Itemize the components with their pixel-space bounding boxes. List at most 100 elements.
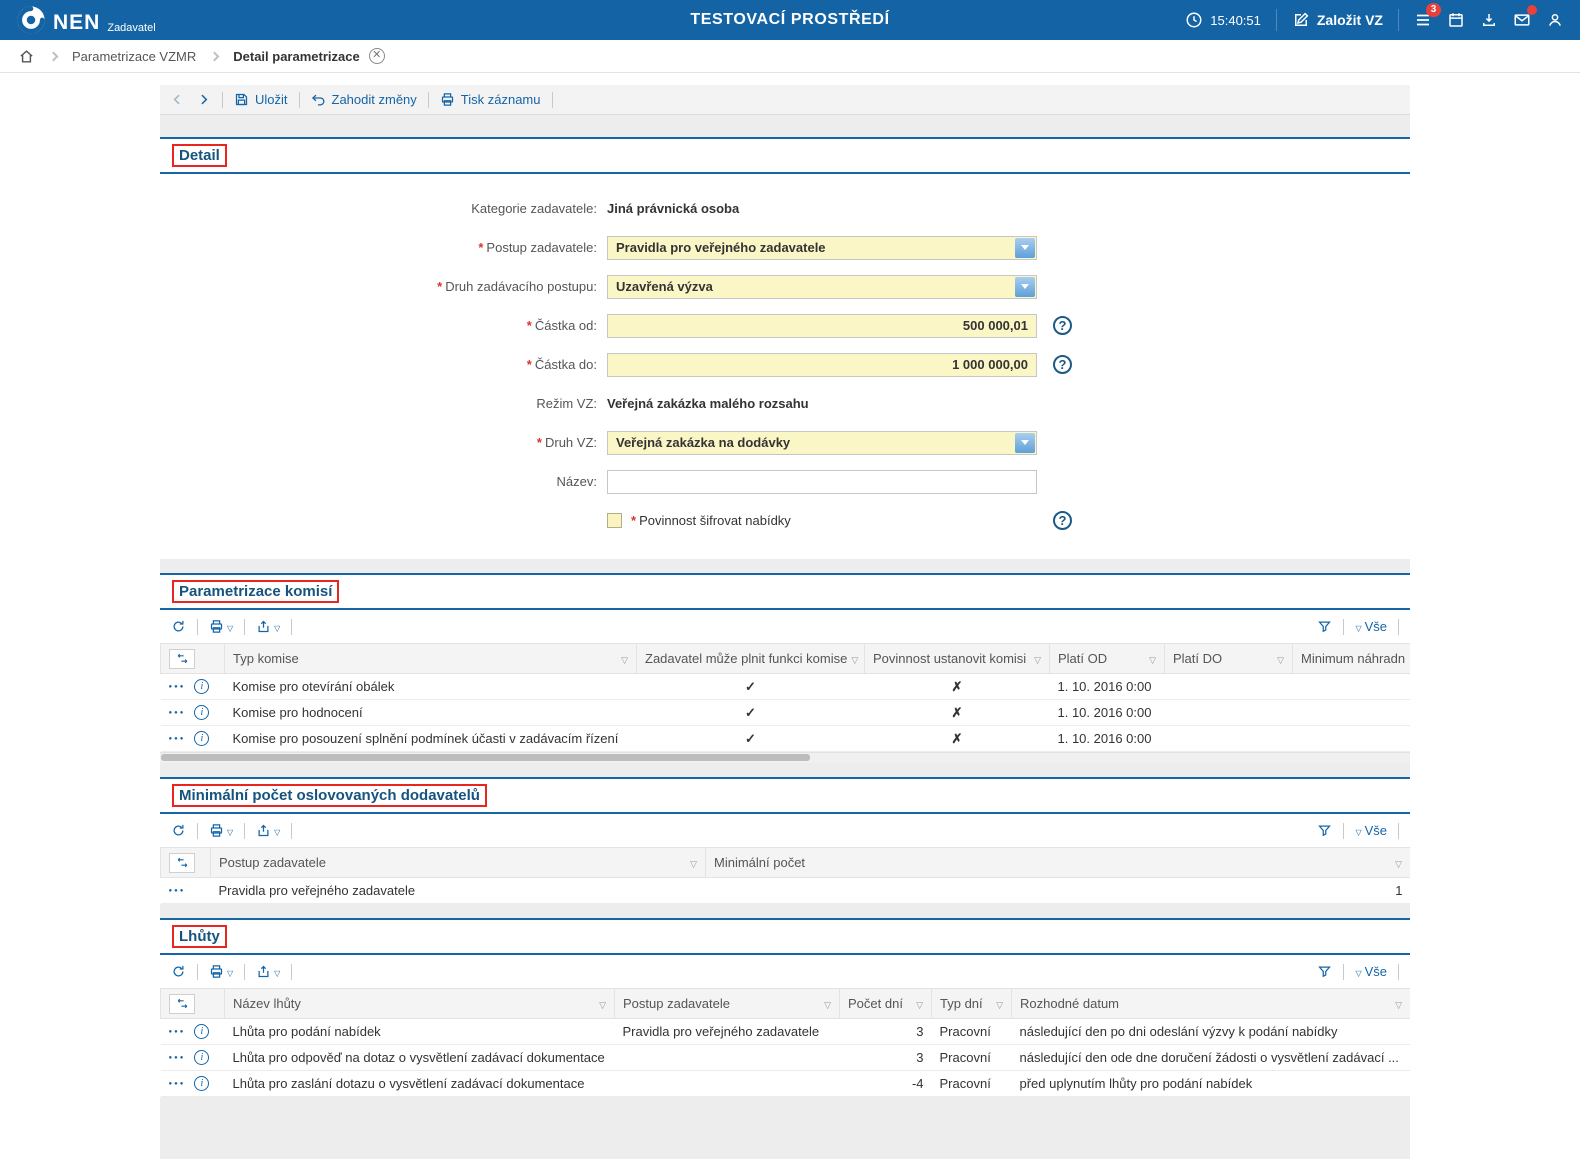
column-header[interactable]: Počet dní [839, 988, 932, 1019]
table-row[interactable]: ●●● i Komise pro otevírání obálek ✓ ✗ 1. … [160, 673, 1410, 700]
info-icon[interactable]: i [194, 1024, 210, 1039]
filter-button[interactable] [1317, 823, 1332, 838]
download-button[interactable] [1480, 11, 1498, 29]
row-actions-icon[interactable]: ●●● [169, 1081, 186, 1087]
column-header[interactable]: Povinnost ustanovit komisi [864, 643, 1050, 674]
druh-vz-select[interactable]: Veřejná zakázka na dodávky [607, 430, 1037, 455]
dropdown-arrow-icon[interactable] [1015, 237, 1035, 258]
encrypt-offers-checkbox[interactable] [607, 513, 622, 528]
brand[interactable]: NEN Zadavatel [16, 5, 156, 35]
help-icon[interactable]: ? [1053, 316, 1072, 335]
show-all-button[interactable]: Vše [1355, 823, 1387, 838]
column-chooser-icon[interactable] [169, 648, 195, 669]
filter-triangle-icon[interactable] [686, 855, 697, 870]
help-icon[interactable]: ? [1053, 355, 1072, 374]
help-icon[interactable]: ? [1053, 511, 1072, 530]
postup-zadavatele-select[interactable]: Pravidla pro veřejného zadavatele [607, 235, 1037, 260]
show-all-button[interactable]: Vše [1355, 619, 1387, 634]
prev-record-button[interactable] [170, 92, 185, 107]
castka-do-input[interactable]: 1 000 000,00 [607, 352, 1037, 377]
nazev-input[interactable] [607, 469, 1037, 494]
refresh-button[interactable] [171, 964, 186, 979]
table-row[interactable]: ●●● i Lhůta pro podání nabídek Pravidla p… [160, 1018, 1410, 1045]
grid-toolbar-right: Vše [1317, 963, 1399, 980]
profile-button[interactable] [1546, 11, 1564, 29]
print-grid-button[interactable] [209, 964, 233, 979]
komise-table: Typ komise Zadavatel může plnit funkci k… [160, 643, 1410, 752]
export-button[interactable] [256, 964, 280, 979]
filter-triangle-icon[interactable] [1391, 996, 1402, 1011]
info-icon[interactable]: i [194, 679, 210, 694]
table-row[interactable]: ●●● i Komise pro hodnocení ✓ ✗ 1. 10. 201… [160, 699, 1410, 726]
column-header[interactable]: Postup zadavatele [210, 847, 706, 878]
druh-postupu-select[interactable]: Uzavřená výzva [607, 274, 1037, 299]
row-actions-icon[interactable]: ●●● [169, 710, 186, 716]
column-header[interactable]: Minimum náhradn [1292, 643, 1410, 674]
scrollbar-thumb[interactable] [161, 754, 810, 761]
messages-button[interactable] [1513, 5, 1537, 29]
column-header[interactable]: Typ dní [931, 988, 1012, 1019]
row-actions-icon[interactable]: ●●● [169, 888, 186, 894]
filter-triangle-icon[interactable] [820, 996, 831, 1011]
row-actions-icon[interactable]: ●●● [169, 1055, 186, 1061]
filter-triangle-icon[interactable] [912, 996, 923, 1011]
filter-triangle-icon[interactable] [1273, 651, 1284, 666]
column-header[interactable]: Typ komise [224, 643, 637, 674]
print-grid-button[interactable] [209, 619, 233, 634]
column-header[interactable]: Platí OD [1049, 643, 1165, 674]
castka-od-input[interactable]: 500 000,01 [607, 313, 1037, 338]
column-header[interactable]: Platí DO [1164, 643, 1293, 674]
filter-triangle-icon[interactable] [847, 651, 858, 666]
info-icon[interactable]: i [194, 1050, 210, 1065]
dropdown-arrow-icon[interactable] [1015, 432, 1035, 453]
table-row[interactable]: ●●● i Lhůta pro zaslání dotazu o vysvětle… [160, 1070, 1410, 1097]
menu-button[interactable]: 3 [1414, 3, 1441, 29]
column-chooser-icon[interactable] [169, 993, 195, 1014]
print-grid-button[interactable] [209, 823, 233, 838]
breadcrumb-parent[interactable]: Parametrizace VZMR [72, 49, 196, 64]
row-actions-icon[interactable]: ●●● [169, 736, 186, 742]
save-button[interactable]: Uložit [234, 92, 288, 107]
row-actions-icon[interactable]: ●●● [169, 684, 186, 690]
export-button[interactable] [256, 823, 280, 838]
create-vz-button[interactable]: Založit VZ [1292, 11, 1383, 29]
info-icon[interactable]: i [194, 1076, 210, 1091]
refresh-button[interactable] [171, 823, 186, 838]
discard-changes-button[interactable]: Zahodit změny [311, 92, 417, 107]
column-header[interactable]: Název lhůty [224, 988, 615, 1019]
next-record-button[interactable] [196, 92, 211, 107]
table-row[interactable]: ●●● i Komise pro posouzení splnění podmín… [160, 725, 1410, 752]
horizontal-scrollbar[interactable] [160, 752, 1410, 763]
dropdown-arrow-icon[interactable] [1015, 276, 1035, 297]
row-actions-icon[interactable]: ●●● [169, 1029, 186, 1035]
filter-triangle-icon[interactable] [617, 651, 628, 666]
home-button[interactable] [18, 48, 35, 65]
filter-triangle-icon[interactable] [1391, 855, 1402, 870]
column-settings-cell [160, 847, 211, 878]
column-header[interactable]: Zadavatel může plnit funkci komise [636, 643, 865, 674]
filter-button[interactable] [1317, 619, 1332, 634]
column-header[interactable]: Rozhodné datum [1011, 988, 1410, 1019]
filter-triangle-icon[interactable] [992, 996, 1003, 1011]
filter-button[interactable] [1317, 964, 1332, 979]
print-record-button[interactable]: Tisk záznamu [440, 92, 541, 107]
calendar-button[interactable] [1447, 11, 1465, 29]
filter-triangle-icon[interactable] [595, 996, 606, 1011]
column-header[interactable]: Postup zadavatele [614, 988, 840, 1019]
column-chooser-icon[interactable] [169, 852, 195, 873]
lhuty-header-row: Název lhůty Postup zadavatele Počet dní … [160, 988, 1410, 1019]
column-header[interactable]: Minimální počet [705, 847, 1410, 878]
filter-triangle-icon[interactable] [1030, 651, 1041, 666]
refresh-button[interactable] [171, 619, 186, 634]
info-icon[interactable]: i [194, 705, 210, 720]
plati-do-cell [1164, 725, 1293, 752]
close-tab-icon[interactable]: ✕ [368, 48, 385, 64]
filter-triangle-icon[interactable] [1145, 651, 1156, 666]
export-button[interactable] [256, 619, 280, 634]
field-povinnost-sifrovat: Povinnost šifrovat nabídky ? [160, 508, 1410, 533]
info-icon[interactable]: i [194, 731, 210, 746]
table-row[interactable]: ●●● Pravidla pro veřejného zadavatele 1 [160, 877, 1410, 904]
chevron-right-icon [209, 51, 220, 62]
table-row[interactable]: ●●● i Lhůta pro odpověď na dotaz o vysvět… [160, 1044, 1410, 1071]
show-all-button[interactable]: Vše [1355, 964, 1387, 979]
